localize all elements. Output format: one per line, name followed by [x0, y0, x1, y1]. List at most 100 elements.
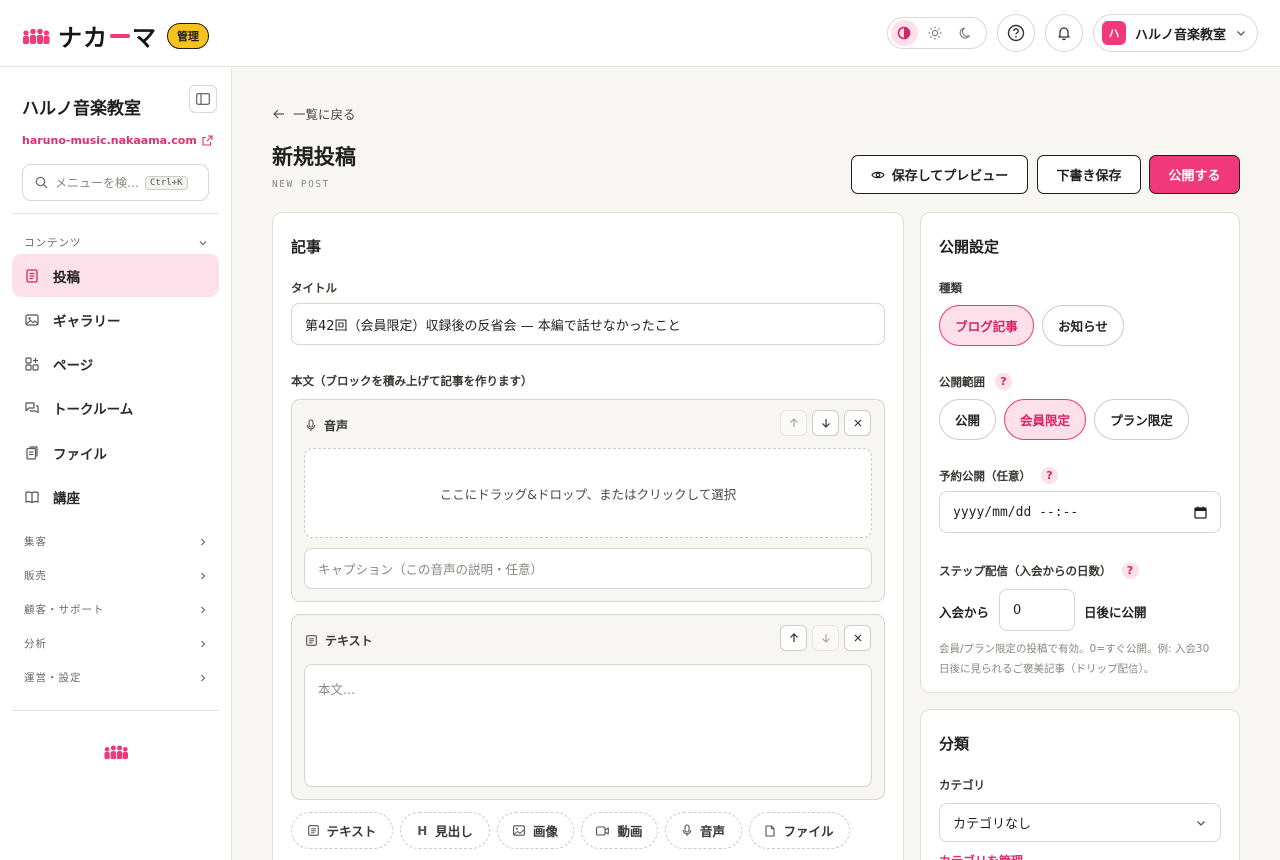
step-prefix: 入会から	[939, 605, 990, 620]
category-select[interactable]: カテゴリなし	[939, 803, 1221, 842]
theme-auto-button[interactable]	[891, 20, 918, 46]
sidebar-item-courses[interactable]: 講座	[12, 475, 219, 518]
theme-dark-button[interactable]	[952, 20, 979, 46]
move-up-button[interactable]	[780, 410, 807, 436]
add-video-block-button[interactable]: 動画	[581, 812, 658, 849]
scope-option-plan[interactable]: プラン限定	[1094, 399, 1189, 440]
chevron-right-icon	[201, 606, 206, 613]
title-input[interactable]: 第42回（会員限定）収録後の反省会 — 本編で話せなかったこと	[291, 303, 885, 345]
step-days-input[interactable]: 0	[999, 589, 1075, 631]
file-icon	[765, 824, 776, 837]
theme-toggle	[887, 17, 987, 49]
block-label: テキスト	[325, 634, 373, 648]
menu-search[interactable]: Ctrl+K	[22, 164, 209, 201]
type-option-news[interactable]: お知らせ	[1042, 305, 1124, 346]
sidebar-collapse-button[interactable]	[189, 85, 217, 113]
button-label: 保存してプレビュー	[891, 169, 1009, 184]
nav-group-analytics[interactable]: 分析	[24, 636, 208, 651]
theme-light-button[interactable]	[922, 20, 949, 46]
add-image-block-button[interactable]: 画像	[497, 812, 574, 849]
remove-block-button[interactable]	[844, 410, 871, 436]
sidebar-item-pages[interactable]: ページ	[12, 342, 219, 385]
account-menu-button[interactable]: ハ ハルノ音楽教室	[1093, 14, 1258, 52]
scope-option-public[interactable]: 公開	[939, 399, 996, 440]
nav-group-customers[interactable]: 顧客・サポート	[24, 602, 208, 617]
nav-group-marketing[interactable]: 集客	[24, 534, 208, 549]
schedule-datetime-input[interactable]: yyyy/mm/dd --:--	[939, 491, 1221, 533]
community-logo-icon	[23, 28, 50, 44]
search-shortcut: Ctrl+K	[145, 175, 188, 190]
post-icon	[26, 268, 38, 283]
sidebar-toggle-icon	[196, 93, 210, 105]
site-url-text: haruno-music.nakaama.com	[22, 134, 197, 147]
arrow-up-icon	[789, 418, 798, 427]
search-icon	[35, 176, 48, 189]
video-icon	[596, 825, 610, 836]
contrast-icon	[898, 26, 911, 40]
gallery-icon	[25, 313, 39, 326]
step-hint-line: 日後に見られるご褒美記事（ドリップ配信）。	[939, 663, 1155, 675]
type-option-blog[interactable]: ブログ記事	[939, 305, 1034, 346]
caption-input[interactable]: キャプション（この音声の説明・任意）	[304, 548, 872, 589]
book-icon	[25, 490, 39, 503]
arrow-down-icon	[821, 419, 830, 428]
site-url-link[interactable]: haruno-music.nakaama.com	[22, 134, 213, 147]
sidebar-item-posts[interactable]: 投稿	[12, 254, 219, 297]
question-icon	[1007, 24, 1025, 42]
add-text-block-button[interactable]: テキスト	[291, 812, 393, 849]
heading-icon: H	[417, 823, 428, 838]
save-draft-button[interactable]: 下書き保存	[1037, 155, 1141, 194]
save-preview-button[interactable]: 保存してプレビュー	[851, 155, 1028, 194]
scope-label: 公開範囲	[939, 374, 985, 389]
audio-dropzone[interactable]: ここにドラッグ&ドロップ、またはクリックして選択	[304, 448, 872, 538]
chip-label: 動画	[617, 824, 643, 839]
community-logo-icon	[104, 745, 128, 760]
move-up-button[interactable]	[780, 625, 807, 651]
schedule-label: 予約公開（任意）	[939, 468, 1031, 483]
eye-icon	[870, 171, 885, 178]
notifications-button[interactable]	[1045, 14, 1083, 52]
publish-button[interactable]: 公開する	[1149, 155, 1240, 194]
block-label: 音声	[324, 419, 349, 433]
add-heading-block-button[interactable]: H 見出し	[400, 812, 490, 849]
sidebar-item-files[interactable]: ファイル	[12, 431, 219, 474]
nav-group-settings[interactable]: 運営・設定	[24, 670, 208, 685]
account-avatar: ハ	[1102, 21, 1126, 45]
chip-label: 画像	[532, 824, 558, 839]
add-audio-block-button[interactable]: 音声	[665, 812, 742, 849]
move-down-button[interactable]	[812, 410, 839, 436]
sidebar: ハルノ音楽教室 haruno-music.nakaama.com Ctrl+K …	[0, 67, 232, 860]
help-icon[interactable]: ?	[995, 373, 1012, 390]
sidebar-item-label: トークルーム	[53, 401, 134, 418]
chevron-down-icon	[1197, 820, 1205, 826]
move-down-button[interactable]	[812, 625, 839, 651]
text-block-icon	[307, 825, 319, 836]
manage-categories-link[interactable]: カテゴリを管理	[939, 852, 1023, 860]
brand[interactable]: ナカマ 管理	[22, 18, 209, 53]
body-label: 本文（ブロックを積み上げて記事を作ります）	[291, 374, 533, 388]
sidebar-item-talkroom[interactable]: トークルーム	[12, 386, 219, 429]
body-textarea[interactable]: 本文...	[304, 664, 872, 787]
category-label: カテゴリ	[939, 778, 985, 792]
help-icon[interactable]: ?	[1041, 467, 1058, 484]
help-icon[interactable]: ?	[1121, 562, 1139, 579]
help-button[interactable]	[997, 14, 1035, 52]
scope-option-members[interactable]: 会員限定	[1004, 399, 1086, 440]
site-name: ハルノ音楽教室	[22, 99, 141, 119]
brand-name-part: ナカ	[58, 24, 108, 52]
menu-search-input[interactable]	[55, 175, 145, 190]
nav-group-label: コンテンツ	[24, 237, 82, 249]
add-file-block-button[interactable]: ファイル	[749, 812, 850, 849]
sidebar-item-label: 投稿	[53, 269, 80, 286]
nav-group-sales[interactable]: 販売	[24, 568, 208, 583]
chip-label: 見出し	[435, 824, 473, 839]
step-hint: 会員/プラン限定の投稿で有効。0=すぐ公開。例: 入会30 日後に見られるご褒美…	[939, 639, 1224, 679]
nav-group-label: 分析	[24, 638, 47, 650]
sidebar-item-gallery[interactable]: ギャラリー	[12, 298, 219, 341]
nav-group-content[interactable]: コンテンツ	[24, 235, 208, 250]
moon-icon	[959, 27, 970, 39]
calendar-icon[interactable]	[1194, 506, 1207, 519]
text-block: テキスト 本文...	[291, 614, 885, 800]
back-to-list-link[interactable]: 一覧に戻る	[273, 104, 356, 123]
remove-block-button[interactable]	[844, 625, 871, 651]
